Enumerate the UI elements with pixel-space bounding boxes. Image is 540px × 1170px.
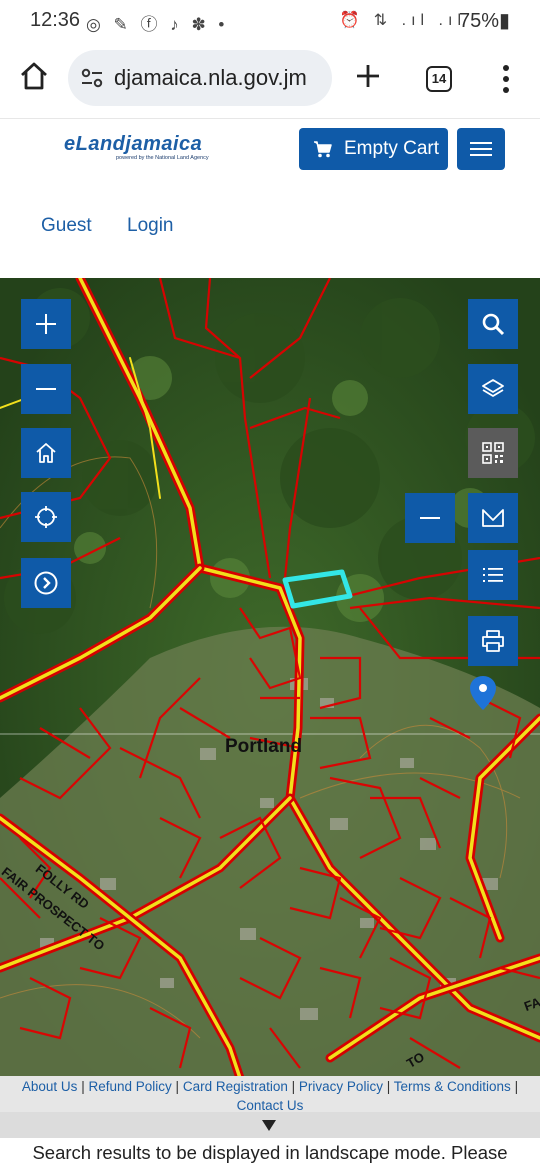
footer-separator: | [81, 1079, 85, 1094]
cart-label: Empty Cart [344, 138, 440, 159]
more-menu-icon[interactable] [498, 64, 514, 94]
logo-tagline: powered by the National Land Agency [116, 155, 209, 161]
footer-separator: | [514, 1079, 519, 1094]
footer-link-refund[interactable]: Refund Policy [88, 1079, 171, 1094]
list-icon [483, 568, 503, 582]
battery-indicator: 75%▮ [458, 10, 510, 32]
hamburger-menu-icon[interactable] [457, 128, 505, 170]
tab-count-button[interactable]: 14 [426, 66, 452, 92]
home-icon[interactable] [18, 60, 50, 92]
cart-icon [314, 141, 332, 158]
site-settings-icon[interactable] [81, 68, 103, 88]
chevron-down-icon [262, 1120, 276, 1131]
satellite-map-canvas[interactable] [0, 278, 540, 1078]
notification-icons: ◎ ✎ ⓕ ♪ ✽ • [86, 15, 229, 34]
qr-code-button[interactable] [468, 428, 518, 478]
logo-brand: eLandjamaica [64, 133, 203, 155]
locate-button[interactable] [21, 492, 71, 542]
footer-toggle[interactable] [0, 1112, 540, 1138]
url-text[interactable]: djamaica.nla.gov.jm [114, 65, 326, 91]
zoom-out-button[interactable] [21, 364, 71, 414]
footer-link-privacy[interactable]: Privacy Policy [299, 1079, 383, 1094]
layers-button[interactable] [468, 364, 518, 414]
layers-icon [482, 379, 504, 397]
site-logo[interactable]: eLandjamaica powered by the National Lan… [64, 133, 234, 161]
footer-separator: | [291, 1079, 296, 1094]
minus-icon [36, 388, 56, 390]
zoom-in-button[interactable] [21, 299, 71, 349]
chevron-right-icon [34, 571, 58, 595]
collapse-tools-button[interactable] [405, 493, 455, 543]
print-icon [482, 630, 504, 652]
nav-login-link[interactable]: Login [127, 215, 174, 237]
footer-separator: | [175, 1079, 180, 1094]
map-search-button[interactable] [468, 299, 518, 349]
envelope-icon [482, 509, 504, 527]
print-button[interactable] [468, 616, 518, 666]
place-label: Portland [225, 736, 303, 757]
qr-code-icon [482, 442, 504, 464]
footer-link-about[interactable]: About Us [22, 1079, 78, 1094]
footer-separator: | [386, 1079, 391, 1094]
nav-guest-link[interactable]: Guest [41, 215, 92, 237]
signal-icons: ⏰ ⇅ .ıl .ıl [339, 12, 466, 29]
legend-list-button[interactable] [468, 550, 518, 600]
status-time: 12:36 [30, 9, 81, 31]
status-bar: 12:36 ◎ ✎ ⓕ ♪ ✽ • ⏰ ⇅ .ıl .ıl 75%▮ [0, 0, 540, 40]
browser-toolbar: djamaica.nla.gov.jm 14 [0, 40, 540, 118]
expand-panel-button[interactable] [21, 558, 71, 608]
address-bar[interactable]: djamaica.nla.gov.jm [68, 50, 332, 106]
footer-link-terms[interactable]: Terms & Conditions [394, 1079, 511, 1094]
envelope-button[interactable] [468, 493, 518, 543]
footer-link-contact[interactable]: Contact Us [237, 1098, 304, 1112]
locate-icon [35, 506, 57, 528]
search-icon [482, 313, 505, 336]
footer-link-card-registration[interactable]: Card Registration [183, 1079, 288, 1094]
parcel-map[interactable]: Portland FAIR PROSPECT TO FOLLY RD TO FA [0, 278, 540, 1078]
new-tab-icon[interactable] [354, 62, 382, 90]
landscape-notice: Search results to be displayed in landsc… [0, 1138, 540, 1170]
plus-icon [36, 314, 56, 334]
home-icon [36, 443, 56, 463]
minus-icon [420, 517, 440, 519]
home-extent-button[interactable] [21, 428, 71, 478]
empty-cart-button[interactable]: Empty Cart [299, 128, 448, 170]
footer-links: About Us | Refund Policy | Card Registra… [0, 1076, 540, 1112]
site-header: eLandjamaica powered by the National Lan… [0, 118, 540, 278]
